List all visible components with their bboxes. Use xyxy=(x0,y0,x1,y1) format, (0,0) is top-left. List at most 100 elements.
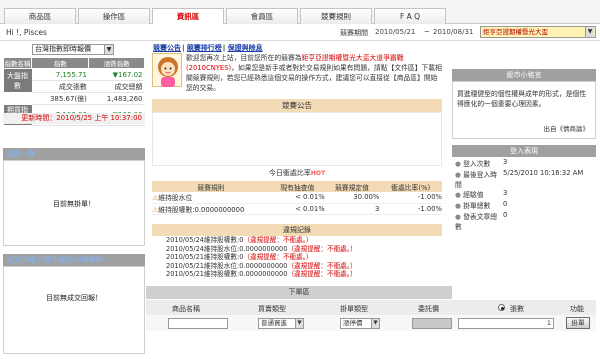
amount-label: 成交總額 xyxy=(88,80,145,93)
current-value: < 0.01% xyxy=(270,192,325,204)
column-header: 衝處比率(%) xyxy=(379,181,442,192)
record-text: 維持股權數:0 xyxy=(204,253,244,261)
violation-records-list: 2010/05/24維持股權數:0（違規提醒：不衝處。） 2010/05/24維… xyxy=(152,236,442,282)
bullet-icon: ● xyxy=(455,171,461,179)
rule-name: 維持股權數:0.0000000000 xyxy=(158,205,245,214)
avatar xyxy=(152,53,182,87)
list-item: 2010/05/21維持股權數:0（違規提醒：不衝處。） xyxy=(152,253,442,262)
column-header: 現有抽查值 xyxy=(270,181,325,192)
product-name-input[interactable] xyxy=(168,318,228,329)
link-margin[interactable]: 保證與除息 xyxy=(228,44,263,52)
empty-message: 目前無成交回報！ xyxy=(46,294,102,302)
contest-period-sep: ~ xyxy=(424,28,430,36)
stat-value: 0 xyxy=(503,200,508,208)
update-time: 更新時間：2010/5/25 上午 10:37:00 xyxy=(3,113,145,124)
column-header: 競賽規則 xyxy=(152,181,270,192)
tab-rules[interactable]: 競賽規則 xyxy=(300,8,372,24)
record-date: 2010/05/21 xyxy=(166,253,205,261)
announcement-title: 競賽公告 xyxy=(152,99,442,112)
column-header: 張數 xyxy=(510,305,524,313)
login-stats-table: ● 登入次數 3 ● 最後登入時間 5/25/2010 10:16:32 AM ● … xyxy=(455,158,593,231)
column-header: 委託價 xyxy=(418,305,439,313)
main-tab-bar: 商品區 操作區 資訊區 會員區 競賽規則 F A Q xyxy=(0,0,600,25)
ratio-value: -1.00% xyxy=(379,192,442,204)
list-item: 2010/05/24維持股權數:0（違規提醒：不衝處。） xyxy=(152,236,442,245)
trade-report-panel: 目前無成交回報！ xyxy=(3,266,145,354)
table-row: ● 登入次數 3 xyxy=(455,158,593,169)
tab-products[interactable]: 商品區 xyxy=(4,8,76,24)
contest-select[interactable]: 鉅亨亞證期權暨光大盃 ▼ xyxy=(480,26,596,38)
rule-name: 維持股水位 xyxy=(158,194,193,203)
index-value: 7,155.71 xyxy=(31,68,89,81)
record-text: 維持股水位:0.0000000000 xyxy=(204,244,288,253)
order-input-row: 普通買進 ▼ 漲停價 ▼ 1 掛單 xyxy=(146,315,596,331)
record-alert: （違規提醒：不衝處。） xyxy=(287,270,357,278)
amount-value: 1,483,260 xyxy=(88,92,145,105)
submit-order-button[interactable]: 掛單 xyxy=(566,317,590,329)
record-text: 維持股權數:0.0000000000 xyxy=(204,270,288,278)
volume-value: 385.67(億) xyxy=(31,92,89,105)
table-row: ⚠維持股水位 < 0.01% 30.00% -1.00% xyxy=(152,192,442,204)
record-alert: （違規提醒：不衝處。） xyxy=(243,236,313,244)
welcome-message: 歡迎您再次上站，目前您所在的競賽為鉅亨亞證期權暨光大盃大道爭霸戰(2010CNY… xyxy=(186,53,444,93)
rule-cell: ⚠維持股權數:0.0000000000 xyxy=(152,203,270,215)
sub-header: Hi !, Pisces 競賽期間 2010/05/21 ~ 2010/08/3… xyxy=(0,24,600,41)
stat-value: 0 xyxy=(503,211,508,219)
order-type-select[interactable]: 漲停價 ▼ xyxy=(340,318,380,329)
trade-type-select[interactable]: 普通買進 ▼ xyxy=(258,318,304,329)
column-header: 漲跌指數 xyxy=(88,57,145,69)
index-change: ▼167.02 xyxy=(88,68,145,81)
order-column-headers: 商品名稱 買賣類型 掛單類型 委託價 張數 功能 xyxy=(146,300,596,315)
info-links: 競賽公告| 競賽排行榜| 保證與除息 xyxy=(153,43,264,53)
tab-info[interactable]: 資訊區 xyxy=(152,8,224,25)
column-header: 掛單類型 xyxy=(340,305,368,313)
stat-label: 最後登入時間 xyxy=(455,171,498,189)
bullet-icon: ● xyxy=(455,191,461,199)
trade-report-title: 成交回報(只顯示最近10筆資料) xyxy=(3,254,145,266)
link-ranking[interactable]: 競賽排行榜 xyxy=(187,44,222,52)
tab-faq[interactable]: F A Q xyxy=(374,8,446,24)
link-announcement[interactable]: 競賽公告 xyxy=(153,44,181,52)
lot-radio[interactable] xyxy=(498,304,505,311)
column-header: 功能 xyxy=(570,305,584,313)
table-row: ● 最後登入時間 5/25/2010 10:16:32 AM xyxy=(455,169,593,189)
bullet-icon: ● xyxy=(455,160,461,168)
quote-source-select[interactable]: 台灣指數即時報價 ▼ xyxy=(32,44,114,55)
tab-operations[interactable]: 操作區 xyxy=(78,8,150,24)
welcome-pre: 歡迎您再次上站，目前您所在的競賽為 xyxy=(186,54,302,62)
table-row: ● 發表文章總數 0 xyxy=(455,211,593,231)
contest-period-to: 2010/08/31 xyxy=(433,28,474,36)
record-alert: （違規提醒：不衝處。） xyxy=(287,261,357,270)
column-header: 競賽規定值 xyxy=(324,181,380,192)
stock-watch-title: 盤勢一覽 xyxy=(3,148,145,160)
today-ratio-label: 今日衝處比率 xyxy=(268,169,311,177)
list-item: 2010/05/21維持股水位:0.0000000000（違規提醒：不衝處。） xyxy=(152,262,442,271)
contest-select-value: 鉅亨亞證期權暨光大盃 xyxy=(483,28,548,36)
quote-source-value: 台灣指數即時報價 xyxy=(35,45,91,53)
tip-source-link[interactable]: 出自《情商論》 xyxy=(544,123,590,133)
limit-value: 3 xyxy=(324,203,380,215)
bullet-icon: ● xyxy=(455,213,461,221)
record-date: 2010/05/21 xyxy=(166,261,205,270)
table-header-row: 競賽規則 現有抽查值 競賽規定值 衝處比率(%) xyxy=(152,181,442,192)
order-price-input[interactable] xyxy=(412,318,452,329)
tips-panel: 買進穩健型的個性權與成年的形式，是個性得應化的一個重要心理因素。 出自《情商論》 xyxy=(452,81,596,139)
tab-members[interactable]: 會員區 xyxy=(226,8,298,24)
index-name: 大盤指數 xyxy=(3,68,32,93)
chevron-down-icon: ▼ xyxy=(371,319,379,328)
record-text: 維持股水位:0.0000000000 xyxy=(204,261,288,270)
table-row: ⚠維持股權數:0.0000000000 < 0.01% 3 -1.00% xyxy=(152,203,442,215)
chevron-down-icon: ▼ xyxy=(295,319,303,328)
bullet-icon: ● xyxy=(455,202,461,210)
table-row: 大盤指數 7,155.71 ▼167.02 xyxy=(3,68,145,93)
empty-message: 目前無掛單！ xyxy=(53,200,95,208)
quantity-input[interactable]: 1 xyxy=(458,318,554,329)
column-header: 商品名稱 xyxy=(172,305,200,313)
table-row: ● 掛單總數 0 xyxy=(455,200,593,211)
stock-watch-panel: 目前無掛單！ xyxy=(3,160,145,246)
record-date: 2010/05/24 xyxy=(166,244,205,253)
contest-period-from: 2010/05/21 xyxy=(375,28,416,36)
link-separator: | xyxy=(182,44,185,52)
today-ratio-title: 今日衝處比率HOT xyxy=(152,167,442,179)
stat-label: 登入次數 xyxy=(463,160,491,168)
